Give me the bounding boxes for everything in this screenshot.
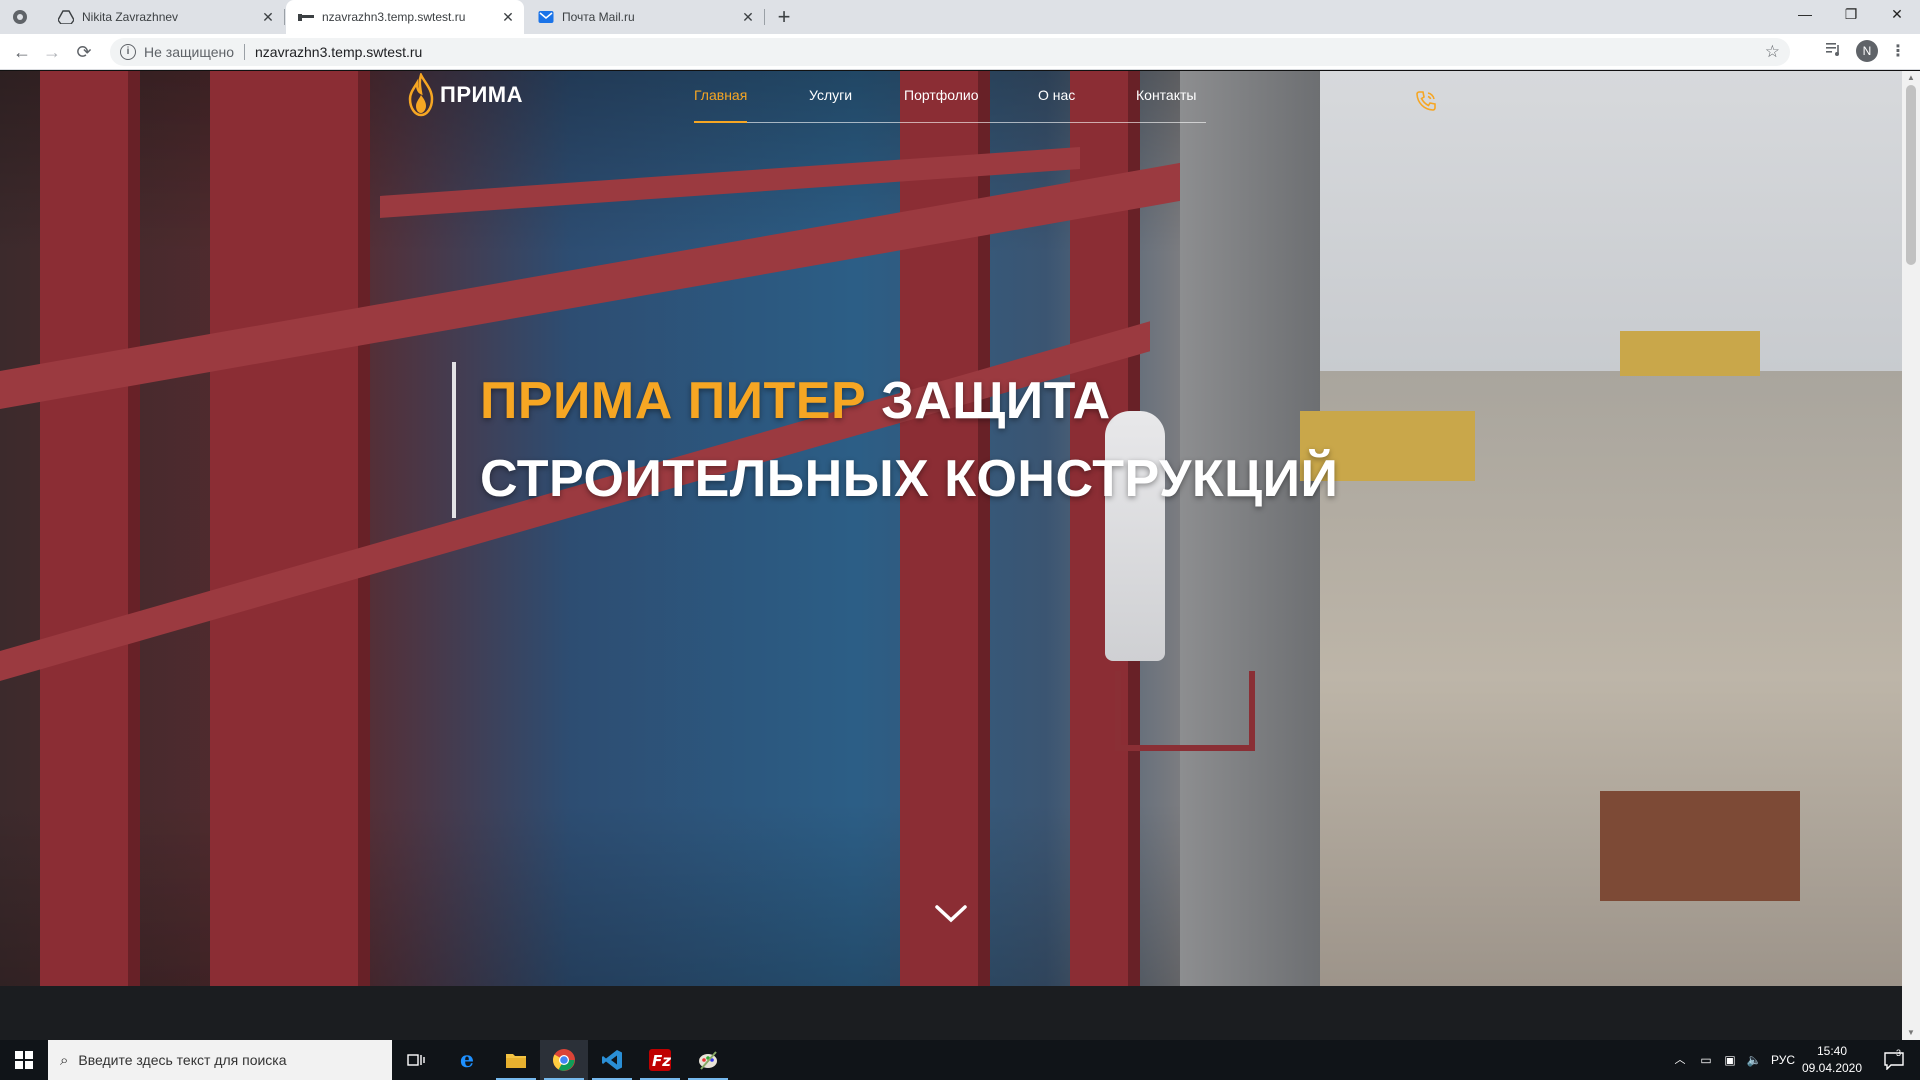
- file-explorer-icon[interactable]: [492, 1040, 540, 1080]
- headline-word: ЗАЩИТА: [881, 372, 1111, 430]
- nav-about[interactable]: О нас: [1038, 87, 1075, 123]
- mail-icon: [538, 9, 554, 25]
- tab-title: Nikita Zavrazhnev: [82, 10, 179, 24]
- tab-divider: [764, 9, 765, 25]
- page-scrollbar[interactable]: ▲ ▼: [1902, 71, 1920, 1040]
- taskbar-clock[interactable]: 15:40 09.04.2020: [1800, 1043, 1864, 1077]
- hero-photo-beam: [40, 71, 140, 986]
- hero-photo-lift: [1115, 671, 1255, 751]
- security-label[interactable]: Не защищено: [144, 44, 234, 60]
- search-icon: ⌕: [60, 1051, 69, 1069]
- bookmark-star-icon[interactable]: ☆: [1765, 42, 1780, 62]
- logo-text: ПРИМА: [440, 82, 524, 107]
- phone-icon[interactable]: [1414, 89, 1438, 113]
- headline-line-2: СТРОИТЕЛЬНЫХ КОНСТРУКЦИЙ: [480, 450, 1339, 508]
- scroll-down-arrow-icon[interactable]: ▼: [1902, 1026, 1920, 1040]
- notifications-icon[interactable]: 3: [1874, 1040, 1914, 1080]
- network-icon[interactable]: ▣: [1718, 1040, 1742, 1080]
- tab-site[interactable]: nzavrazhn3.temp.swtest.ru ✕: [286, 0, 524, 34]
- site-favicon: [298, 9, 314, 25]
- browser-toolbar: ← → ⟳ i Не защищено nzavrazhn3.temp.swte…: [0, 34, 1920, 70]
- headline-line-1: ПРИМА ПИТЕР ЗАЩИТА: [480, 362, 1338, 440]
- notification-count: 3: [1896, 1048, 1902, 1058]
- info-icon[interactable]: i: [120, 44, 136, 60]
- chrome-logo-icon: [12, 9, 28, 25]
- flame-logo-icon: [408, 73, 434, 117]
- url-text[interactable]: nzavrazhn3.temp.swtest.ru: [255, 44, 422, 60]
- close-tab-icon[interactable]: ✕: [738, 9, 758, 26]
- hero-photo-wall: [1180, 71, 1320, 986]
- scroll-up-arrow-icon[interactable]: ▲: [1902, 71, 1920, 85]
- volume-icon[interactable]: 🔈: [1742, 1040, 1766, 1080]
- clock-time: 15:40: [1816, 1044, 1848, 1058]
- omnibox-divider: [244, 44, 245, 60]
- tab-divider: [284, 9, 285, 25]
- tab-title: nzavrazhn3.temp.swtest.ru: [322, 10, 466, 24]
- tab-mail[interactable]: Почта Mail.ru ✕: [526, 0, 764, 34]
- nav-contacts[interactable]: Контакты: [1136, 87, 1196, 123]
- clock-date: 09.04.2020: [1801, 1061, 1863, 1075]
- drive-icon: [58, 9, 74, 25]
- chrome-menu-icon[interactable]: [0, 0, 50, 34]
- site-logo[interactable]: ПРИМА: [408, 73, 523, 117]
- browser-menu-icon[interactable]: ⋮: [1886, 40, 1910, 64]
- hero-photo-container: [1620, 331, 1760, 376]
- site-navbar: ПРИМА Главная Услуги Портфолио О нас Кон…: [0, 71, 1902, 131]
- svg-text:Fz: Fz: [652, 1052, 671, 1070]
- web-page: ПРИМА Главная Услуги Портфолио О нас Кон…: [0, 71, 1920, 1040]
- search-placeholder: Введите здесь текст для поиска: [78, 1052, 287, 1068]
- headline-accent: ПРИМА ПИТЕР: [480, 372, 867, 430]
- minimize-button[interactable]: —: [1782, 0, 1828, 30]
- close-window-button[interactable]: ✕: [1874, 0, 1920, 30]
- new-tab-button[interactable]: +: [770, 4, 798, 32]
- start-button[interactable]: [0, 1040, 48, 1080]
- hero-photo-roof: [1600, 791, 1800, 901]
- forward-button[interactable]: →: [40, 40, 64, 64]
- hero-section: ПРИМА Главная Услуги Портфолио О нас Кон…: [0, 71, 1902, 986]
- chevron-down-icon[interactable]: [934, 901, 968, 925]
- nav-home[interactable]: Главная: [694, 87, 748, 123]
- task-view-icon[interactable]: [392, 1040, 440, 1080]
- browser-tab-bar: Nikita Zavrazhnev ✕ nzavrazhn3.temp.swte…: [0, 0, 1920, 34]
- back-button[interactable]: ←: [10, 40, 34, 64]
- nav-services[interactable]: Услуги: [809, 87, 852, 123]
- tab-title: Почта Mail.ru: [562, 10, 635, 24]
- edge-icon[interactable]: e: [444, 1040, 492, 1080]
- chrome-taskbar-icon[interactable]: [540, 1040, 588, 1080]
- scrollbar-thumb[interactable]: [1906, 85, 1916, 265]
- address-bar[interactable]: i Не защищено nzavrazhn3.temp.swtest.ru …: [110, 38, 1790, 66]
- taskbar-search[interactable]: ⌕ Введите здесь текст для поиска: [48, 1040, 392, 1080]
- vscode-icon[interactable]: [588, 1040, 636, 1080]
- windows-logo-icon: [15, 1051, 33, 1069]
- language-indicator[interactable]: РУС: [1766, 1040, 1800, 1080]
- tray-expand-icon[interactable]: ︿: [1668, 1040, 1692, 1080]
- media-control-icon[interactable]: [1822, 40, 1846, 64]
- hero-headline: ПРИМА ПИТЕР ЗАЩИТА СТРОИТЕЛЬНЫХ КОНСТРУК…: [452, 362, 1338, 518]
- reload-button[interactable]: ⟳: [72, 40, 96, 64]
- battery-icon[interactable]: ▭: [1694, 1040, 1718, 1080]
- main-menu: Главная Услуги Портфолио О нас Контакты: [694, 71, 1206, 123]
- hero-photo-beam: [210, 71, 370, 986]
- restore-button[interactable]: ❐: [1828, 0, 1874, 30]
- tab-nikita-zavrazhnev[interactable]: Nikita Zavrazhnev ✕: [46, 0, 284, 34]
- windows-taskbar: ⌕ Введите здесь текст для поиска e Fz ︿ …: [0, 1040, 1920, 1080]
- avatar: N: [1856, 40, 1878, 62]
- filezilla-icon[interactable]: Fz: [636, 1040, 684, 1080]
- svg-text:e: e: [460, 1049, 474, 1071]
- profile-avatar[interactable]: N: [1856, 40, 1878, 64]
- close-tab-icon[interactable]: ✕: [498, 9, 518, 26]
- nav-portfolio[interactable]: Портфолио: [904, 87, 979, 123]
- close-tab-icon[interactable]: ✕: [258, 9, 278, 26]
- paint-icon[interactable]: [684, 1040, 732, 1080]
